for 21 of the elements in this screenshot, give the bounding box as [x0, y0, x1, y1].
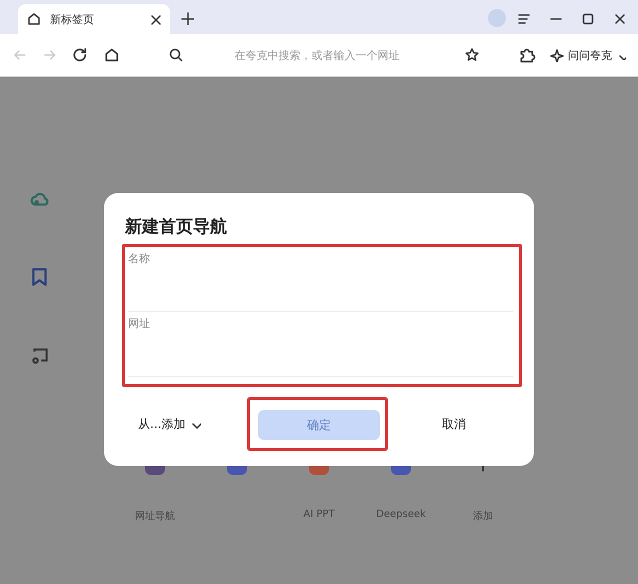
home-icon: [26, 11, 42, 27]
source-dropdown[interactable]: 从...添加: [122, 416, 247, 432]
assistant-button[interactable]: 问问夸克: [550, 48, 626, 62]
sparkle-icon: [550, 48, 564, 62]
search-icon: [168, 47, 184, 63]
dialog-title: 新建首页导航: [125, 216, 228, 238]
shortcut-label[interactable]: AI PPT: [303, 509, 335, 521]
input-field[interactable]: 网址: [128, 316, 513, 377]
search-field[interactable]: 在夸克中搜索，或者输入一个网址: [194, 48, 454, 62]
shortcut-label[interactable]: Deepseek: [376, 509, 426, 521]
input-field[interactable]: 名称: [128, 251, 513, 312]
reload-icon[interactable]: [71, 46, 89, 64]
star-icon[interactable]: [464, 47, 480, 63]
shortcut-label[interactable]: 网址导航: [135, 509, 175, 521]
home-icon[interactable]: [102, 46, 120, 64]
shortcut-label[interactable]: 添加: [473, 509, 493, 521]
browser-tab[interactable]: 新标签页: [18, 4, 170, 34]
puzzle-icon[interactable]: [518, 46, 536, 64]
cancel-button[interactable]: 取消: [436, 414, 472, 434]
maximize-icon[interactable]: [580, 11, 594, 25]
new-tab-icon[interactable]: [180, 11, 194, 25]
